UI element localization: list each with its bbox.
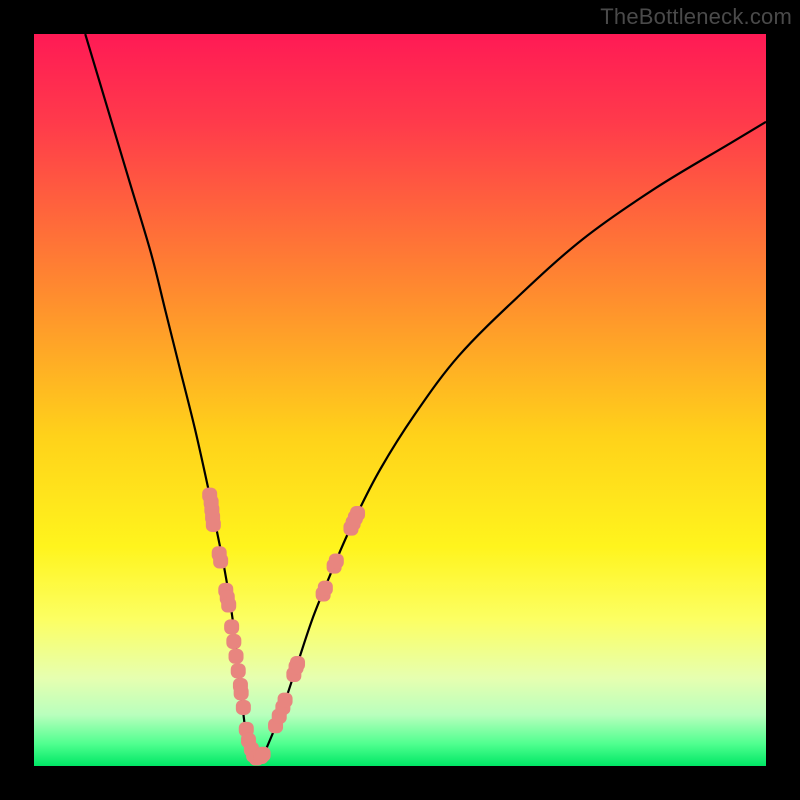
highlight-marker <box>290 656 305 671</box>
highlight-marker <box>234 685 249 700</box>
highlight-marker <box>329 554 344 569</box>
highlight-marker <box>350 506 365 521</box>
highlight-marker <box>224 619 239 634</box>
watermark-text: TheBottleneck.com <box>600 4 792 30</box>
highlight-marker <box>221 597 236 612</box>
plot-area <box>34 34 766 766</box>
highlight-marker <box>226 634 241 649</box>
highlight-marker <box>213 554 228 569</box>
chart-frame: TheBottleneck.com <box>0 0 800 800</box>
highlight-marker <box>256 747 271 762</box>
highlight-marker <box>318 581 333 596</box>
highlight-marker <box>236 700 251 715</box>
bottleneck-chart <box>34 34 766 766</box>
highlight-marker <box>229 649 244 664</box>
highlight-marker <box>231 663 246 678</box>
gradient-background <box>34 34 766 766</box>
highlight-marker <box>206 517 221 532</box>
highlight-marker <box>278 693 293 708</box>
